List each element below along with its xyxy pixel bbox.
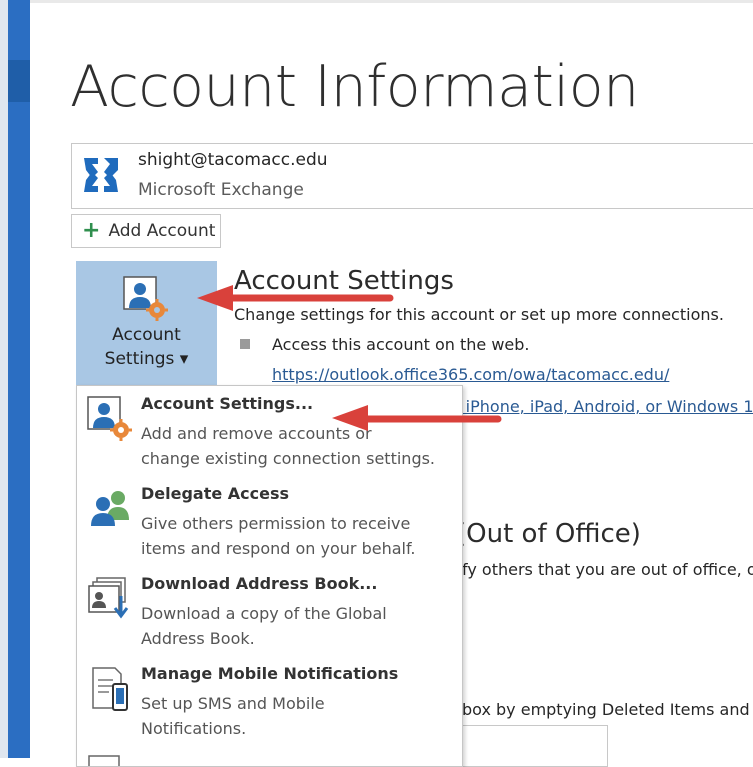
bullet-icon [240, 339, 250, 349]
plus-icon: + [82, 218, 101, 243]
out-of-office-description: fy others that you are out of office, o [462, 560, 753, 579]
menu-item-title: Manage Mobile Notifications [141, 664, 399, 683]
menu-item-account-settings[interactable]: Account Settings... Add and remove accou… [77, 386, 462, 474]
menu-item-desc: Give others permission to receive [141, 514, 411, 533]
menu-item-desc: Notifications. [141, 719, 247, 738]
account-settings-icon [87, 396, 132, 441]
account-settings-button[interactable]: Account Settings ▾ [76, 261, 217, 385]
menu-item-desc: Address Book. [141, 629, 255, 648]
menu-item-title: Delegate Access [141, 484, 290, 503]
add-account-label: Add Account [108, 221, 216, 241]
account-settings-button-label-1: Account [112, 325, 181, 345]
menu-item-desc: Add and remove accounts or [141, 424, 372, 443]
out-of-office-heading: (Out of Office) [456, 519, 641, 549]
account-settings-button-label-2: Settings ▾ [104, 349, 189, 369]
exchange-icon [81, 155, 121, 195]
account-settings-heading: Account Settings [234, 266, 454, 296]
web-access-text: Access this account on the web. [272, 335, 530, 354]
address-book-download-icon [88, 577, 129, 619]
add-account-button[interactable]: + Add Account [71, 214, 221, 248]
account-settings-icon [123, 276, 168, 321]
menu-item-desc: items and respond on your behalf. [141, 539, 416, 558]
account-settings-dropdown: Account Settings... Add and remove accou… [76, 385, 463, 767]
account-settings-description: Change settings for this account or set … [234, 305, 724, 324]
back-button[interactable] [8, 60, 30, 102]
menu-item-desc: change existing connection settings. [141, 449, 436, 468]
top-divider [30, 0, 753, 3]
account-selector[interactable]: shight@tacomacc.edu Microsoft Exchange [71, 143, 753, 209]
mobile-apps-link[interactable]: r iPhone, iPad, Android, or Windows 1 [454, 397, 753, 416]
menu-item-download-address-book[interactable]: Download Address Book... Download a copy… [77, 566, 462, 654]
menu-item-desc: Download a copy of the Global [141, 604, 387, 623]
page-title: Account Information [70, 54, 639, 120]
account-type: Microsoft Exchange [138, 180, 304, 200]
menu-item-title: Account Settings... [141, 394, 314, 413]
menu-item-partial-icon [88, 755, 120, 766]
menu-item-delegate-access[interactable]: Delegate Access Give others permission t… [77, 476, 462, 564]
menu-item-title: Download Address Book... [141, 574, 378, 593]
account-email: shight@tacomacc.edu [138, 150, 328, 170]
nav-edge [0, 0, 8, 758]
cleanup-tools-button[interactable] [462, 725, 608, 767]
menu-item-manage-mobile-notifications[interactable]: Manage Mobile Notifications Set up SMS a… [77, 656, 462, 744]
mobile-notifications-icon [92, 667, 128, 711]
owa-link[interactable]: https://outlook.office365.com/owa/tacoma… [272, 365, 669, 384]
menu-item-desc: Set up SMS and Mobile [141, 694, 325, 713]
left-nav-bar [0, 0, 30, 758]
cleanup-description: box by emptying Deleted Items and [462, 700, 750, 719]
delegate-people-icon [91, 491, 129, 526]
